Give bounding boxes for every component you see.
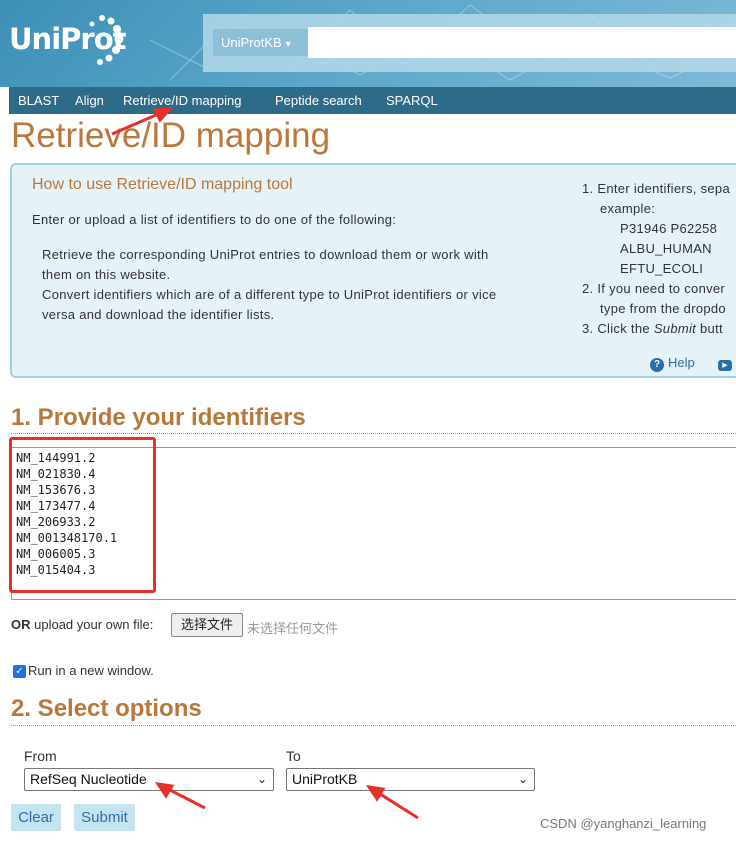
question-circle-icon: ?	[650, 358, 664, 372]
help-panel: How to use Retrieve/ID mapping tool Ente…	[10, 163, 736, 378]
help-bullet-convert-cont: versa and download the identifier lists.	[42, 307, 275, 322]
nav-item-peptide-search[interactable]: Peptide search	[275, 87, 362, 114]
video-play-icon: ▶	[718, 360, 732, 371]
search-database-label: UniProtKB	[221, 35, 282, 50]
help-step-1-example: example:	[600, 201, 656, 216]
help-example-albu: ALBU_HUMAN	[620, 241, 712, 256]
help-bullet-retrieve-cont: them on this website.	[42, 267, 171, 282]
help-bullet-convert: Convert identifiers which are of a diffe…	[42, 287, 497, 302]
nav-item-blast[interactable]: BLAST	[18, 87, 59, 114]
upload-row: OR upload your own file:	[11, 617, 153, 632]
from-select-value: RefSeq Nucleotide	[30, 771, 147, 787]
help-step-3-submit: Submit	[653, 321, 697, 336]
help-step-1: 1. Enter identifiers, sepa	[582, 181, 730, 196]
upload-or-label: OR	[11, 617, 31, 632]
watermark: CSDN @yanghanzi_learning	[540, 816, 707, 831]
search-database-select[interactable]: UniProtKB ▼	[213, 29, 308, 56]
help-steps: 1. Enter identifiers, sepa example: P319…	[582, 179, 736, 339]
annotation-highlight-box	[9, 437, 156, 593]
nav-item-retrieve-id-mapping[interactable]: Retrieve/ID mapping	[123, 87, 242, 114]
upload-label: upload your own file:	[34, 617, 154, 632]
help-step-2-cont: type from the dropdo	[600, 301, 726, 316]
annotation-arrow	[365, 785, 419, 820]
file-status: 未选择任何文件	[247, 621, 339, 636]
help-example-accessions: P31946 P62258	[620, 221, 718, 236]
section-divider	[11, 433, 736, 434]
help-step-3-pre: 3. Click the	[582, 321, 654, 336]
chevron-down-icon: ⌄	[517, 772, 528, 786]
run-new-window-checkbox[interactable]: ✓	[13, 665, 26, 678]
from-select[interactable]: RefSeq Nucleotide ⌄	[24, 768, 274, 791]
help-step-3-post: butt	[696, 321, 723, 336]
help-bullet-retrieve: Retrieve the corresponding UniProt entri…	[42, 247, 489, 262]
help-intro: Enter or upload a list of identifiers to…	[32, 212, 397, 227]
caret-down-icon: ▼	[283, 39, 293, 49]
chevron-down-icon: ⌄	[256, 772, 267, 786]
help-step-2: 2. If you need to conver	[582, 281, 726, 296]
help-link[interactable]: ? Help	[650, 355, 695, 372]
section-divider	[11, 725, 736, 726]
video-link[interactable]: ▶ V	[718, 355, 736, 371]
choose-file-button[interactable]: 选择文件	[171, 613, 243, 637]
from-label: From	[24, 748, 57, 764]
page-title: Retrieve/ID mapping	[11, 116, 331, 155]
run-new-window-label[interactable]: Run in a new window.	[28, 663, 154, 678]
help-bullets: Retrieve the corresponding UniProt entri…	[42, 245, 552, 325]
nav-item-align[interactable]: Align	[75, 87, 104, 114]
section-select-options-heading: 2. Select options	[11, 695, 202, 722]
uniprot-logo-dots-icon	[89, 15, 124, 65]
to-select[interactable]: UniProtKB ⌄	[286, 768, 535, 791]
main-nav: BLAST Align Retrieve/ID mapping Peptide …	[9, 87, 736, 114]
site-header: UniProt UniProtKB ▼	[0, 0, 736, 87]
to-label: To	[286, 748, 301, 764]
nav-item-sparql[interactable]: SPARQL	[386, 87, 438, 114]
help-step-3: 3. Click the Submit butt	[582, 319, 736, 339]
clear-button[interactable]: Clear	[11, 804, 61, 831]
help-link-label: Help	[668, 355, 695, 370]
section-provide-identifiers-heading: 1. Provide your identifiers	[11, 404, 306, 431]
search-input[interactable]	[308, 27, 736, 58]
help-title: How to use Retrieve/ID mapping tool	[32, 176, 293, 193]
submit-button[interactable]: Submit	[74, 804, 135, 831]
to-select-value: UniProtKB	[292, 771, 358, 787]
help-example-eftu: EFTU_ECOLI	[620, 261, 704, 276]
